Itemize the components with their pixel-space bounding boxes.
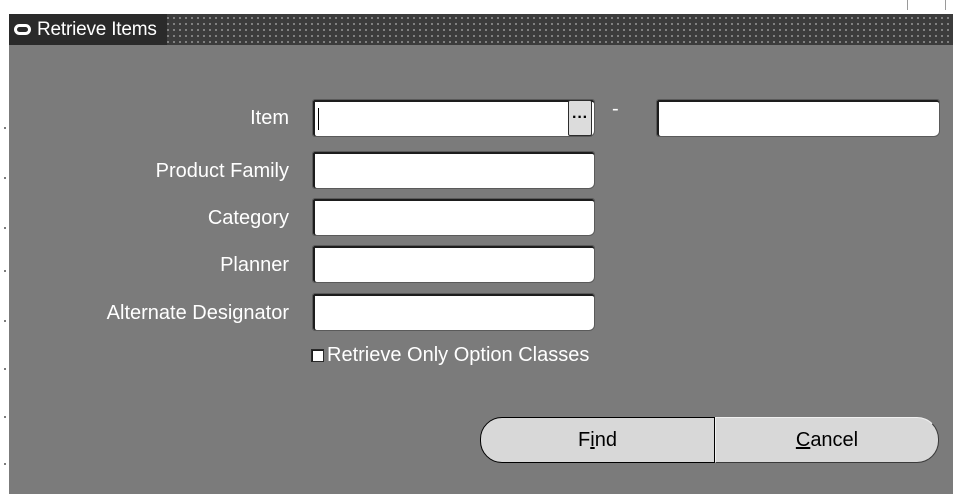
item-label: Item — [250, 107, 289, 129]
form-body: Item ··· - Product Family Category Plann… — [9, 45, 953, 494]
cancel-button[interactable]: Cancel — [715, 417, 939, 463]
find-button[interactable]: Find — [480, 417, 715, 463]
retrieve-only-option-classes-option[interactable]: Retrieve Only Option Classes — [311, 344, 589, 367]
item-to-field[interactable] — [656, 99, 940, 137]
cancel-button-label: Cancel — [795, 428, 859, 451]
alternate-designator-field[interactable] — [312, 293, 595, 331]
alternate-designator-label: Alternate Designator — [106, 302, 289, 324]
planner-field[interactable] — [312, 245, 595, 283]
window-top-strip — [9, 0, 953, 14]
planner-label: Planner — [220, 254, 289, 276]
frame-mark — [907, 0, 908, 10]
retrieve-only-option-classes-label: Retrieve Only Option Classes — [327, 344, 590, 366]
find-button-label: Find — [578, 428, 617, 451]
category-field[interactable] — [312, 198, 595, 236]
retrieve-only-option-classes-checkbox[interactable] — [311, 349, 324, 362]
text-cursor — [318, 108, 319, 130]
category-label: Category — [207, 207, 289, 229]
item-field[interactable] — [312, 99, 595, 137]
window-title: Retrieve Items — [37, 18, 157, 40]
ellipsis-icon: ··· — [572, 109, 588, 126]
product-family-label: Product Family — [155, 160, 289, 182]
title-group: Retrieve Items — [9, 14, 167, 45]
title-bar[interactable]: Retrieve Items — [9, 14, 953, 45]
retrieve-items-window: Retrieve Items Item ··· - Product Family… — [0, 0, 953, 494]
frame-mark — [945, 0, 946, 10]
range-separator: - — [612, 98, 619, 120]
product-family-field[interactable] — [312, 151, 595, 189]
window-left-frame — [0, 0, 9, 494]
window-icon[interactable] — [14, 24, 31, 35]
item-lov-button[interactable]: ··· — [568, 100, 592, 136]
